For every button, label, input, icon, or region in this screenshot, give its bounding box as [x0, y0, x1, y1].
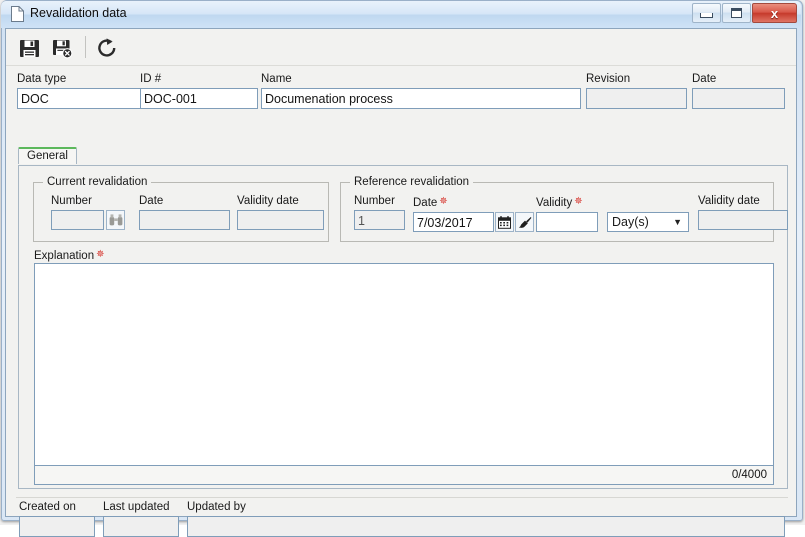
explanation-label-text: Explanation [34, 250, 95, 262]
window-title: Revalidation data [30, 6, 127, 20]
save-and-close-button[interactable] [49, 35, 75, 61]
date-field-group: Date [692, 73, 785, 109]
current-date-input[interactable] [139, 210, 230, 230]
last-updated-label: Last updated [103, 501, 170, 513]
revision-field-group: Revision [586, 73, 687, 109]
toolbar-separator [85, 36, 86, 58]
data-type-input[interactable]: DOC [17, 88, 148, 109]
revision-label: Revision [586, 73, 631, 85]
validity-label-text: Validity [536, 197, 573, 209]
tab-general[interactable]: General [18, 147, 77, 164]
last-updated-input[interactable] [103, 516, 179, 537]
window-controls: x [691, 3, 797, 23]
updated-by-label: Updated by [187, 501, 246, 513]
reference-validity-date-label: Validity date [698, 195, 760, 207]
reference-number-group: Number 1 [354, 195, 405, 230]
explanation-textarea[interactable] [35, 264, 773, 465]
updated-by-field-group: Updated by [187, 501, 785, 537]
validity-input[interactable] [536, 212, 598, 232]
created-on-input[interactable] [19, 516, 95, 537]
binoculars-lookup-button[interactable] [106, 210, 125, 230]
required-marker-icon: ✵ [96, 249, 105, 260]
revalidation-data-window: Revalidation data x Data type DOC ID # D… [0, 0, 805, 537]
calendar-icon [498, 215, 511, 229]
reference-validity-date-group: Validity date [698, 195, 788, 230]
data-type-field-group: Data type DOC [17, 73, 148, 109]
data-type-label: Data type [17, 73, 67, 85]
toolbar [6, 29, 796, 66]
current-date-label: Date [139, 195, 164, 207]
reference-validity-date-input[interactable] [698, 210, 788, 230]
current-number-input[interactable] [51, 210, 104, 230]
save-close-icon [52, 39, 72, 58]
reference-revalidation-group: Reference revalidation Number 1 Date ✵ 7/… [340, 176, 788, 242]
created-on-label: Created on [19, 501, 76, 513]
tab-panel-general: Current revalidation Number Date Validit… [18, 165, 788, 489]
validity-unit-select[interactable]: Day(s) ▼ [607, 212, 689, 232]
current-validity-date-input[interactable] [237, 210, 324, 230]
explanation-char-counter: 0/4000 [35, 465, 773, 484]
refresh-icon [98, 38, 116, 57]
date-label: Date [692, 73, 717, 85]
created-on-field-group: Created on [19, 501, 95, 537]
title-bar: Revalidation data x [1, 1, 801, 28]
reference-date-label-text: Date [413, 197, 438, 209]
close-icon: x [770, 5, 779, 21]
validity-group: Validity ✵ [536, 195, 598, 232]
save-button[interactable] [16, 35, 42, 61]
required-marker-icon: ✵ [439, 196, 448, 207]
tab-strip: General [18, 147, 788, 164]
reference-date-label: Date ✵ [413, 195, 534, 210]
refresh-button[interactable] [94, 35, 120, 61]
revision-input[interactable] [586, 88, 687, 109]
minimize-icon [700, 12, 713, 18]
current-date-group: Date [139, 195, 230, 230]
reference-number-label: Number [354, 195, 395, 207]
explanation-label: Explanation ✵ [34, 248, 105, 263]
current-validity-date-label: Validity date [237, 195, 299, 207]
date-input[interactable] [692, 88, 785, 109]
window-client-area: Data type DOC ID # DOC-001 Name Documena… [5, 28, 797, 537]
brush-icon [518, 216, 531, 228]
reference-number-input[interactable]: 1 [354, 210, 405, 230]
maximize-icon [731, 8, 742, 18]
explanation-box: 0/4000 [34, 263, 774, 485]
clear-date-button[interactable] [515, 212, 534, 232]
current-validity-date-group: Validity date [237, 195, 324, 230]
maximize-button[interactable] [722, 3, 751, 23]
name-input[interactable]: Documenation process [261, 88, 581, 109]
current-revalidation-legend: Current revalidation [43, 176, 152, 188]
validity-label: Validity ✵ [536, 195, 598, 210]
footer-divider [16, 497, 788, 498]
reference-revalidation-legend: Reference revalidation [350, 176, 474, 188]
name-label: Name [261, 73, 292, 85]
reference-date-group: Date ✵ 7/03/2017 [413, 195, 534, 232]
save-icon [19, 39, 39, 57]
current-revalidation-group: Current revalidation Number Date Validit… [33, 176, 329, 242]
current-number-label: Number [51, 195, 92, 207]
calendar-picker-button[interactable] [495, 212, 514, 232]
binoculars-icon [109, 214, 122, 226]
close-button[interactable]: x [752, 3, 797, 23]
id-field-group: ID # DOC-001 [140, 73, 258, 109]
minimize-button[interactable] [692, 3, 721, 23]
document-icon [11, 6, 24, 22]
required-marker-icon: ✵ [574, 196, 583, 207]
id-input[interactable]: DOC-001 [140, 88, 258, 109]
updated-by-input[interactable] [187, 516, 785, 537]
validity-unit-value: Day(s) [612, 215, 649, 229]
current-number-group: Number [51, 195, 125, 230]
last-updated-field-group: Last updated [103, 501, 179, 537]
reference-date-input[interactable]: 7/03/2017 [413, 212, 494, 232]
name-field-group: Name Documenation process [261, 73, 581, 109]
id-label: ID # [140, 73, 162, 85]
chevron-down-icon: ▼ [673, 217, 682, 227]
